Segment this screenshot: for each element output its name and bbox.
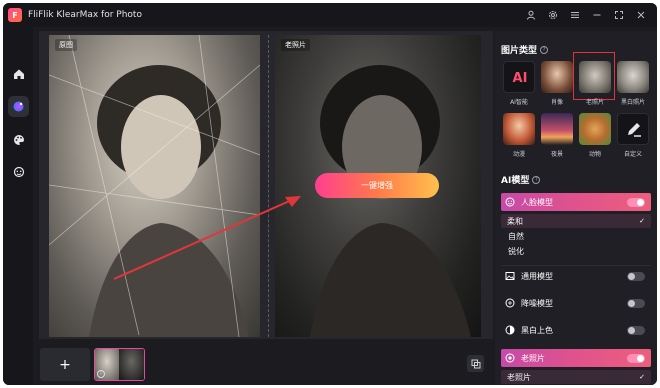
- one-click-enhance-button[interactable]: 一键增强: [315, 173, 439, 198]
- type-animal[interactable]: [579, 113, 611, 145]
- type-night[interactable]: [541, 113, 573, 145]
- face-smile-icon: [504, 196, 516, 208]
- face-model-selected: 柔和: [507, 216, 523, 226]
- face-option-natural[interactable]: 自然: [508, 231, 524, 242]
- chevron-down-icon: ✓: [639, 373, 645, 381]
- face-model-select[interactable]: 柔和 ✓: [501, 214, 651, 228]
- denoise-model-row[interactable]: 降噪模型: [501, 294, 651, 312]
- denoise-model-label: 降噪模型: [521, 298, 553, 308]
- photo-enhance-icon[interactable]: [8, 96, 29, 117]
- contrast-icon: [504, 324, 516, 336]
- general-model-toggle[interactable]: [627, 271, 645, 281]
- left-sidebar: [3, 27, 33, 385]
- bottom-bar: + i: [33, 339, 493, 385]
- type-black-white[interactable]: [617, 61, 649, 93]
- type-label-bw: 黑白照片: [620, 99, 645, 106]
- minimize-icon[interactable]: [589, 7, 605, 23]
- edit-icon: [628, 123, 641, 137]
- old-photo-selected: 老照片: [507, 372, 531, 382]
- face-model-label: 人脸模型: [521, 197, 553, 207]
- menu-icon[interactable]: [567, 7, 583, 23]
- settings-icon[interactable]: [545, 7, 561, 23]
- image-icon: [504, 270, 516, 282]
- denoise-model-toggle[interactable]: [627, 298, 645, 308]
- selected-type-outline: [573, 52, 615, 100]
- face-model-row[interactable]: 人脸模型: [501, 193, 651, 211]
- help-icon[interactable]: ?: [540, 45, 549, 54]
- old-photo-label: 老照片: [521, 353, 545, 363]
- type-label-animal: 动物: [588, 151, 601, 158]
- image-thumbnail[interactable]: i: [94, 348, 145, 381]
- image-type-heading: 图片类型 ?: [501, 43, 549, 56]
- app-title: FliFlik KlearMax for Photo: [28, 10, 142, 20]
- old-photo-toggle[interactable]: [627, 353, 645, 363]
- type-custom[interactable]: [617, 113, 649, 145]
- colorize-label: 黑白上色: [521, 325, 553, 335]
- old-photo-row[interactable]: 老照片: [501, 349, 651, 367]
- ai-model-title: AI模型: [501, 176, 530, 186]
- close-icon[interactable]: [633, 7, 649, 23]
- type-label-portrait: 肖像: [550, 99, 563, 106]
- user-icon[interactable]: [523, 7, 539, 23]
- colorize-row[interactable]: 黑白上色: [501, 321, 651, 339]
- old-photo-select[interactable]: 老照片 ✓: [501, 370, 651, 384]
- type-label-night: 夜景: [550, 151, 563, 158]
- help-icon[interactable]: ?: [532, 175, 541, 184]
- type-label-ai: AI智能: [510, 99, 528, 106]
- settings-panel: 图片类型 ? AI AI智能 肖像 老照片 黑白照片 动漫 夜景 动物 自定义 …: [495, 31, 657, 385]
- ai-model-heading: AI模型 ?: [501, 173, 541, 186]
- image-type-title: 图片类型: [501, 46, 538, 56]
- denoise-icon: [504, 297, 516, 309]
- palette-icon[interactable]: [8, 129, 29, 150]
- face-option-sharpen[interactable]: 锐化: [508, 246, 524, 257]
- divider: [501, 265, 651, 266]
- type-label-anime: 动漫: [512, 151, 525, 158]
- maximize-icon[interactable]: [611, 7, 627, 23]
- general-model-row[interactable]: 通用模型: [501, 267, 651, 285]
- type-ai-smart[interactable]: AI: [503, 61, 535, 93]
- type-label-custom: 自定义: [623, 151, 642, 158]
- info-icon[interactable]: i: [97, 370, 105, 378]
- type-portrait[interactable]: [541, 61, 573, 93]
- type-label-old-photo: 老照片: [585, 99, 604, 106]
- home-icon[interactable]: [8, 63, 29, 84]
- general-model-label: 通用模型: [521, 271, 553, 281]
- type-anime[interactable]: [503, 113, 535, 145]
- chevron-down-icon: ✓: [639, 217, 645, 225]
- app-logo: F: [8, 8, 22, 22]
- colorize-toggle[interactable]: [627, 325, 645, 335]
- add-image-button[interactable]: +: [40, 348, 90, 381]
- old-photo-icon: [504, 352, 516, 364]
- preview-canvas: 原图 老照片 一键增强: [39, 31, 493, 339]
- compare-view-icon[interactable]: [467, 355, 484, 372]
- face-model-toggle[interactable]: [627, 197, 645, 207]
- app-window: F FliFlik KlearMax for Photo 原图 老照片 一键增强…: [3, 3, 657, 385]
- title-bar: F FliFlik KlearMax for Photo: [3, 3, 657, 27]
- face-icon[interactable]: [8, 161, 29, 182]
